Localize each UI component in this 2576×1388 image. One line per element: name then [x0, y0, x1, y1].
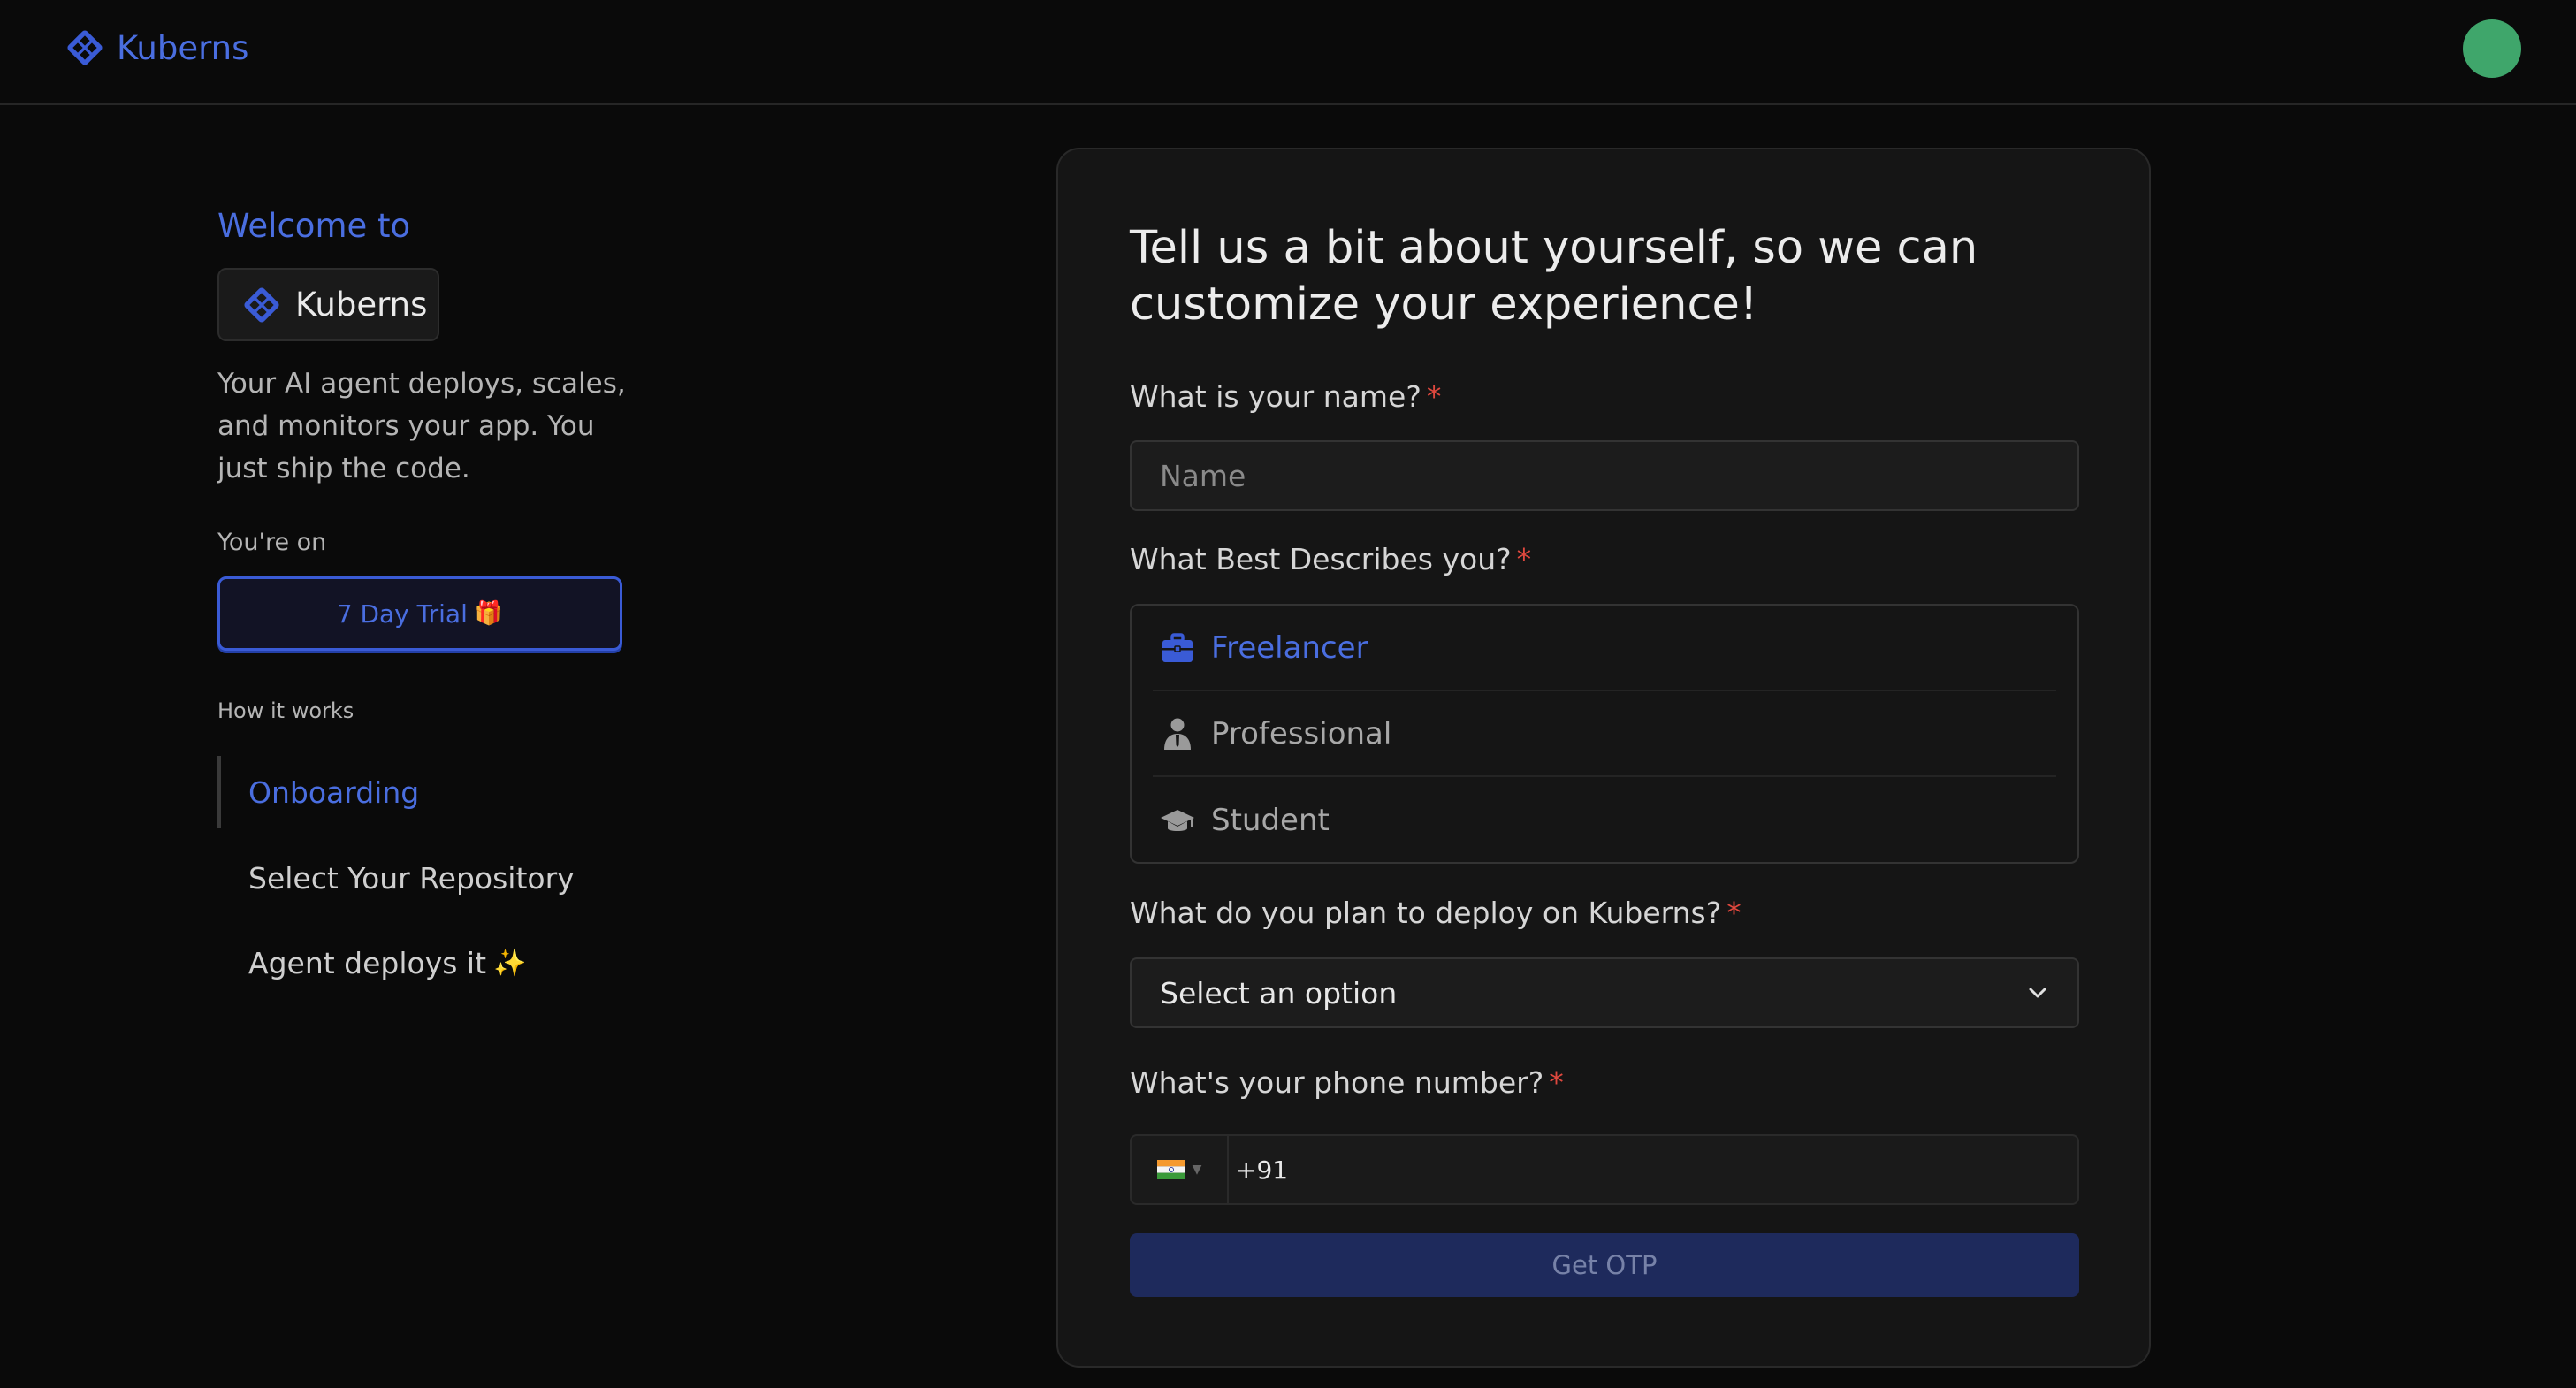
role-option-label: Freelancer — [1211, 629, 1368, 666]
person-icon — [1160, 716, 1195, 751]
gift-icon: 🎁 — [474, 600, 504, 627]
role-option-freelancer[interactable]: Freelancer — [1153, 606, 2056, 691]
role-option-student[interactable]: Student — [1153, 777, 2056, 863]
name-label-text: What is your name? — [1130, 379, 1421, 414]
top-bar: Kuberns — [0, 0, 2576, 105]
step-onboarding[interactable]: Onboarding — [217, 756, 659, 828]
caret-down-icon: ▼ — [1192, 1163, 1202, 1177]
role-options: Freelancer Professional Student — [1130, 604, 2079, 864]
brand-chip: Kuberns — [217, 268, 439, 341]
kuberns-logo-icon — [67, 30, 103, 65]
required-mark: * — [1426, 379, 1442, 414]
header-brand-name: Kuberns — [117, 28, 249, 67]
phone-label: What's your phone number? * — [1130, 1065, 1564, 1100]
role-label: What Best Describes you? * — [1130, 542, 1531, 576]
step-label: Select Your Repository — [248, 860, 575, 896]
briefcase-icon — [1160, 630, 1195, 666]
phone-input[interactable] — [1229, 1136, 2077, 1203]
kuberns-logo-icon — [244, 286, 279, 323]
deploy-label: What do you plan to deploy on Kuberns? * — [1130, 896, 1741, 930]
deploy-select[interactable]: Select an option — [1130, 957, 2079, 1028]
required-mark: * — [1549, 1065, 1564, 1100]
graduation-cap-icon — [1160, 803, 1195, 838]
step-agent-deploys[interactable]: Agent deploys it ✨ — [217, 927, 659, 999]
welcome-heading: Welcome to — [217, 207, 411, 245]
role-label-text: What Best Describes you? — [1130, 542, 1512, 576]
india-flag-icon — [1156, 1160, 1185, 1179]
step-select-repository[interactable]: Select Your Repository — [217, 842, 659, 914]
role-option-label: Professional — [1211, 715, 1392, 751]
role-option-professional[interactable]: Professional — [1153, 691, 2056, 777]
onboarding-form-card: Tell us a bit about yourself, so we can … — [1056, 148, 2151, 1368]
name-label: What is your name? * — [1130, 379, 1441, 414]
tagline: Your AI agent deploys, scales, and monit… — [217, 368, 626, 484]
how-it-works-label: How it works — [217, 698, 354, 723]
phone-label-text: What's your phone number? — [1130, 1065, 1544, 1100]
deploy-select-value: Select an option — [1160, 975, 1398, 1010]
plan-label: You're on — [217, 529, 327, 556]
phone-field: ▼ — [1130, 1134, 2079, 1205]
trial-badge-button[interactable]: 7 Day Trial 🎁 — [217, 576, 622, 651]
step-label: Onboarding — [248, 774, 420, 810]
user-avatar[interactable] — [2463, 19, 2521, 78]
deploy-label-text: What do you plan to deploy on Kuberns? — [1130, 896, 1722, 930]
trial-label: 7 Day Trial — [336, 599, 468, 629]
required-mark: * — [1516, 542, 1532, 576]
step-label: Agent deploys it — [248, 945, 487, 980]
brand-chip-name: Kuberns — [295, 286, 428, 324]
required-mark: * — [1726, 896, 1741, 930]
name-input[interactable] — [1130, 440, 2079, 511]
country-code-select[interactable]: ▼ — [1132, 1136, 1229, 1203]
header-brand[interactable]: Kuberns — [65, 28, 248, 67]
chevron-down-icon — [2026, 981, 2049, 1004]
form-title: Tell us a bit about yourself, so we can … — [1130, 222, 1978, 331]
sparkle-icon: ✨ — [493, 947, 527, 979]
get-otp-button[interactable]: Get OTP — [1130, 1233, 2079, 1297]
role-option-label: Student — [1211, 802, 1330, 838]
